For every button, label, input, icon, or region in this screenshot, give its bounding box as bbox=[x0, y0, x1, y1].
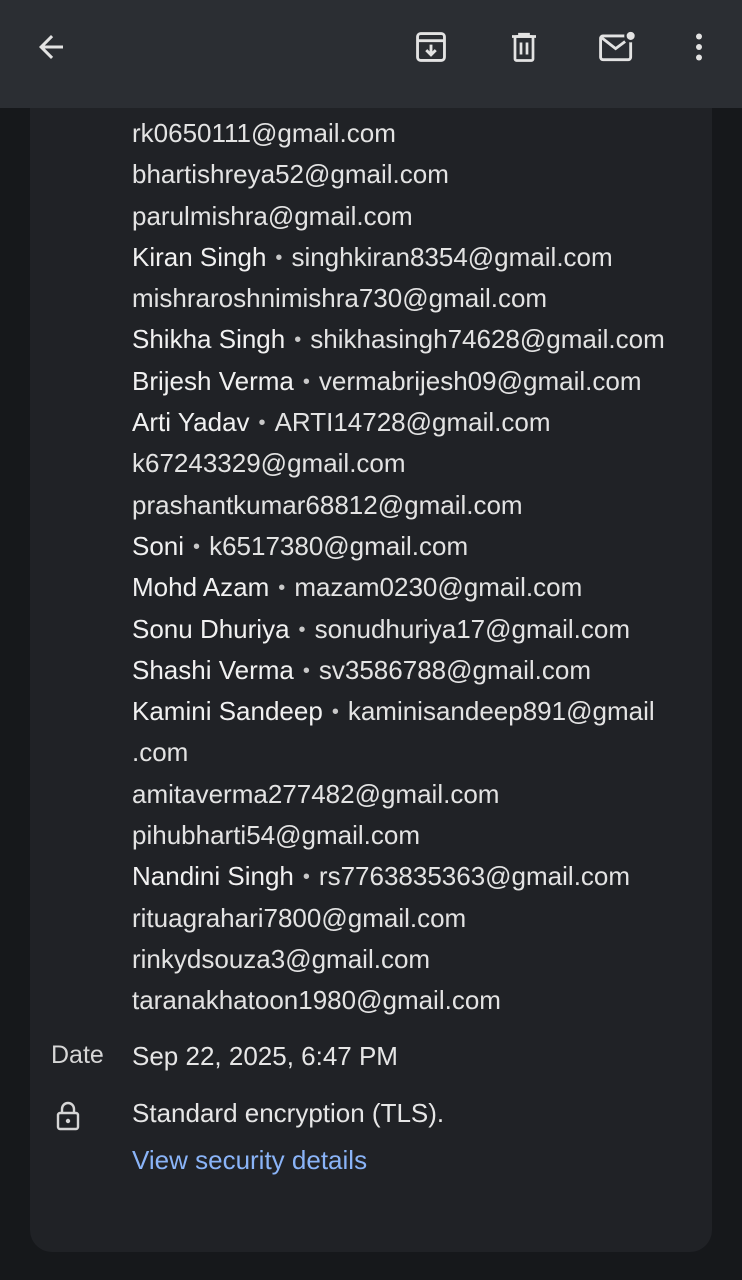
recipient-email: sv3586788@gmail.com bbox=[318, 654, 591, 685]
view-security-details-link[interactable]: View security details bbox=[132, 1145, 367, 1176]
recipient-item[interactable]: Shikha Singh • shikhasingh74628@gmail.com bbox=[132, 319, 692, 360]
separator-dot: • bbox=[302, 659, 310, 682]
recipient-item[interactable]: Brijesh Verma • vermabrijesh09@gmail.com bbox=[132, 361, 692, 402]
recipient-name: Soni bbox=[132, 530, 185, 561]
recipient-name: Shashi Verma bbox=[132, 654, 294, 685]
separator-dot: • bbox=[193, 535, 201, 558]
recipient-item[interactable]: bhartishreya52@gmail.com bbox=[132, 154, 692, 195]
recipient-item[interactable]: rituagrahari7800@gmail.com bbox=[132, 898, 692, 939]
recipient-item[interactable]: mishraroshnimishra730@gmail.com bbox=[132, 278, 692, 319]
recipient-item[interactable]: Arti Yadav • ARTI14728@gmail.com bbox=[132, 402, 692, 443]
recipient-email: kaminisandeep891@gmail bbox=[347, 696, 655, 727]
recipient-email: pihubharti54@gmail.com bbox=[132, 820, 420, 851]
recipient-email: ARTI14728@gmail.com bbox=[274, 407, 551, 438]
recipient-email: k6517380@gmail.com bbox=[209, 530, 469, 561]
recipient-item[interactable]: Sonu Dhuriya • sonudhuriya17@gmail.com bbox=[132, 609, 692, 650]
recipient-email: shikhasingh74628@gmail.com bbox=[310, 324, 665, 355]
date-label: Date bbox=[51, 1041, 104, 1069]
mark-unread-button[interactable] bbox=[591, 20, 645, 74]
date-value: Sep 22, 2025, 6:47 PM bbox=[132, 1041, 398, 1071]
separator-dot: • bbox=[302, 866, 310, 889]
recipient-item[interactable]: Soni • k6517380@gmail.com bbox=[132, 526, 692, 567]
separator-dot: • bbox=[258, 412, 266, 435]
recipient-item[interactable]: taranakhatoon1980@gmail.com bbox=[132, 980, 692, 1021]
separator-dot: • bbox=[275, 246, 283, 269]
recipient-item[interactable]: Kamini Sandeep • kaminisandeep891@gmail bbox=[132, 691, 692, 732]
recipient-name: Kiran Singh bbox=[132, 241, 267, 272]
recipient-email: rinkydsouza3@gmail.com bbox=[132, 943, 431, 974]
recipient-name: Mohd Azam bbox=[132, 572, 270, 603]
recipient-item[interactable]: rinkydsouza3@gmail.com bbox=[132, 939, 692, 980]
recipient-name: Kamini Sandeep bbox=[132, 696, 323, 727]
encryption-status: Standard encryption (TLS). bbox=[132, 1098, 445, 1128]
recipient-email: mishraroshnimishra730@gmail.com bbox=[132, 283, 548, 314]
recipient-email: vermabrijesh09@gmail.com bbox=[318, 365, 642, 396]
recipient-email: parulmishra@gmail.com bbox=[132, 200, 413, 231]
archive-button[interactable] bbox=[404, 20, 458, 74]
recipient-name: Nandini Singh bbox=[132, 861, 294, 892]
mark-unread-icon bbox=[599, 29, 638, 62]
recipient-email: prashantkumar68812@gmail.com bbox=[132, 489, 523, 520]
separator-dot: • bbox=[278, 577, 286, 600]
recipient-item[interactable]: Shashi Verma • sv3586788@gmail.com bbox=[132, 650, 692, 691]
recipient-email: rs7763835363@gmail.com bbox=[318, 861, 631, 892]
recipient-list: rk0650111@gmail.com bhartishreya52@gmail.… bbox=[132, 113, 692, 1022]
separator-dot: • bbox=[298, 618, 306, 641]
separator-dot: • bbox=[302, 370, 310, 393]
recipient-email: singhkiran8354@gmail.com bbox=[291, 241, 613, 272]
recipient-name: Sonu Dhuriya bbox=[132, 613, 290, 644]
recipient-item[interactable]: prashantkumar68812@gmail.com bbox=[132, 485, 692, 526]
more-vertical-icon bbox=[696, 33, 702, 61]
recipient-email: taranakhatoon1980@gmail.com bbox=[132, 985, 501, 1016]
separator-dot: • bbox=[331, 701, 339, 724]
recipient-item[interactable]: amitaverma277482@gmail.com bbox=[132, 774, 692, 815]
recipient-name: Brijesh Verma bbox=[132, 365, 294, 396]
recipient-item[interactable]: Mohd Azam • mazam0230@gmail.com bbox=[132, 567, 692, 608]
recipient-name: Shikha Singh bbox=[132, 324, 286, 355]
recipient-email: bhartishreya52@gmail.com bbox=[132, 159, 449, 190]
recipient-item[interactable]: Nandini Singh • rs7763835363@gmail.com bbox=[132, 856, 692, 897]
recipient-email-continuation: .com bbox=[132, 737, 189, 768]
separator-dot: • bbox=[294, 329, 302, 352]
archive-icon bbox=[416, 32, 446, 62]
back-arrow-icon bbox=[39, 35, 63, 59]
recipient-email: rk0650111@gmail.com bbox=[132, 118, 396, 148]
back-button[interactable] bbox=[24, 20, 78, 74]
recipient-email: amitaverma277482@gmail.com bbox=[132, 778, 500, 809]
recipient-email: rituagrahari7800@gmail.com bbox=[132, 902, 467, 933]
recipient-item[interactable]: k67243329@gmail.com bbox=[132, 443, 692, 484]
lock-icon bbox=[54, 1100, 82, 1132]
delete-button[interactable] bbox=[497, 20, 551, 74]
recipient-email: sonudhuriya17@gmail.com bbox=[314, 613, 631, 644]
recipient-email: mazam0230@gmail.com bbox=[294, 572, 583, 603]
recipient-email: k67243329@gmail.com bbox=[132, 448, 406, 479]
more-options-button[interactable] bbox=[672, 20, 726, 74]
recipient-item[interactable]: parulmishra@gmail.com bbox=[132, 196, 692, 237]
recipient-item[interactable]: Kiran Singh • singhkiran8354@gmail.com bbox=[132, 237, 692, 278]
recipient-item[interactable]: pihubharti54@gmail.com bbox=[132, 815, 692, 856]
top-app-bar bbox=[0, 0, 742, 108]
recipient-name: Arti Yadav bbox=[132, 407, 250, 438]
trash-icon bbox=[512, 32, 536, 62]
recipient-item[interactable]: rk0650111@gmail.com bbox=[132, 113, 692, 154]
